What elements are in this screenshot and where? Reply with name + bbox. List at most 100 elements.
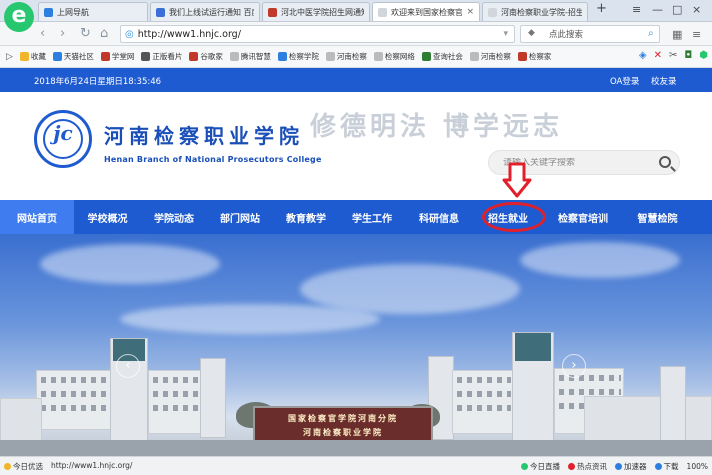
page-icon xyxy=(325,52,335,61)
college-name[interactable]: 河南检察职业学院 xyxy=(104,120,304,149)
nav-student-affairs[interactable]: 学生工作 xyxy=(339,200,405,234)
bookmarks-expand-icon[interactable]: ▷ xyxy=(6,52,13,62)
browser-search-input[interactable]: 点此搜索 xyxy=(520,25,660,43)
bookmark-item[interactable]: 河南检察 xyxy=(325,51,367,62)
bookmark-label: 天猫社区 xyxy=(63,52,94,61)
tab-close-icon[interactable]: × xyxy=(462,7,474,17)
bookmark-label: 查询社会 xyxy=(432,52,463,61)
nav-research[interactable]: 科研信息 xyxy=(405,200,473,234)
bookmark-favicon-icon xyxy=(100,52,110,61)
bookmark-favicon-icon xyxy=(421,52,431,61)
status-item[interactable]: 热点资讯 xyxy=(568,461,607,472)
bookmark-item[interactable]: 学堂网 xyxy=(100,51,134,62)
page-icon xyxy=(373,52,383,61)
status-dot-icon xyxy=(4,463,11,470)
windows xyxy=(153,391,207,397)
annotation-circle xyxy=(482,202,546,232)
bookmark-favicon-icon xyxy=(277,52,287,61)
status-item[interactable]: 今日直播 xyxy=(521,461,560,472)
cloud xyxy=(520,242,680,278)
status-item[interactable]: 今日优选 xyxy=(4,461,43,472)
nav-teaching[interactable]: 教育教学 xyxy=(273,200,339,234)
bookmark-favicon-icon xyxy=(517,52,527,61)
shield-icon[interactable]: ◈ xyxy=(639,50,647,61)
translate-icon[interactable]: ◘ xyxy=(684,50,692,61)
bookmark-item[interactable]: 谷歌家 xyxy=(189,51,223,62)
bookmark-item[interactable]: 检察网络 xyxy=(373,51,415,62)
nav-home[interactable]: 网站首页 xyxy=(0,200,74,234)
bookmark-item[interactable]: 河南检察 xyxy=(469,51,511,62)
nav-news[interactable]: 学院动态 xyxy=(141,200,207,234)
gate-sign: 国家检察官学院河南分院 河南检察职业学院 xyxy=(253,406,433,442)
windows xyxy=(457,377,511,383)
building xyxy=(0,398,42,442)
tab-favicon-icon xyxy=(156,7,165,17)
browser-logo-icon[interactable]: e xyxy=(4,2,34,32)
new-tab-button[interactable]: + xyxy=(596,1,607,16)
status-label: 加速器 xyxy=(624,462,647,471)
fire-icon xyxy=(568,463,576,470)
status-item[interactable]: 下载 xyxy=(654,461,679,472)
bookmark-item[interactable]: 收藏 xyxy=(19,51,46,62)
home-icon[interactable]: ⌂ xyxy=(100,26,108,41)
browser-statusbar: 今日优选 http://www1.hnjc.org/ 今日直播 热点资讯 加速器… xyxy=(0,456,712,475)
bookmarks-bar: ▷ 收藏 天猫社区 学堂网 正版看片 谷歌家 腾讯智慧 检察学院 河南检察 检察… xyxy=(0,46,712,68)
bookmark-item[interactable]: 天猫社区 xyxy=(52,51,94,62)
tab-4[interactable]: 河南检察职业学院-招生就 xyxy=(482,2,588,21)
hero-next-arrow-icon[interactable]: › xyxy=(562,354,586,378)
tab-label: 欢迎来到国家检察官学院 xyxy=(391,7,463,17)
nav-departments[interactable]: 部门网站 xyxy=(207,200,273,234)
security-icon[interactable]: ⬢ xyxy=(699,50,708,61)
tab-2[interactable]: 河北中医学院招生网通知 xyxy=(262,2,370,21)
tab-0[interactable]: 上网导航 xyxy=(38,2,148,21)
search-engine-icon[interactable]: ◆ xyxy=(528,28,535,38)
status-item[interactable]: 加速器 xyxy=(615,461,647,472)
college-emblem-icon[interactable]: jc xyxy=(34,110,92,168)
refresh-icon[interactable]: ↻ xyxy=(80,26,91,41)
maximize-icon[interactable]: □ xyxy=(672,3,682,16)
bookmark-item[interactable]: 检察学院 xyxy=(277,51,319,62)
apps-icon[interactable]: ▦ xyxy=(672,28,682,41)
nav-about[interactable]: 学校概况 xyxy=(74,200,141,234)
hero-banner[interactable]: 国家检察官学院河南分院 河南检察职业学院 ‹ › xyxy=(0,234,712,456)
bookmark-label: 正版看片 xyxy=(152,52,183,61)
search-icon[interactable] xyxy=(659,156,671,168)
forward-icon[interactable]: › xyxy=(60,26,65,41)
alumni-link[interactable]: 校友录 xyxy=(651,75,677,87)
menu-icon[interactable]: ≡ xyxy=(632,3,641,16)
tab-3-active[interactable]: 欢迎来到国家检察官学院 × xyxy=(372,2,480,21)
windows xyxy=(559,389,621,395)
tower xyxy=(200,358,226,438)
star-icon xyxy=(19,52,29,61)
url-text[interactable]: http://www1.hnjc.org/ xyxy=(138,29,241,40)
address-bar[interactable]: ◎ http://www1.hnjc.org/ ▾ xyxy=(120,25,515,43)
nav-smart-campus[interactable]: 智慧检院 xyxy=(623,200,692,234)
nav-prosecutor-training[interactable]: 检察官培训 xyxy=(543,200,623,234)
status-url: http://www1.hnjc.org/ xyxy=(51,461,133,470)
close-ad-icon[interactable]: ✕ xyxy=(654,50,662,61)
url-dropdown-icon[interactable]: ▾ xyxy=(503,29,508,39)
status-label: 今日直播 xyxy=(530,462,561,471)
cloud xyxy=(40,244,220,284)
close-window-icon[interactable]: × xyxy=(692,3,701,16)
page-info-icon[interactable]: ◎ xyxy=(125,29,134,40)
current-date: 2018年6月24日星期日18:35:46 xyxy=(34,77,162,87)
scissors-icon[interactable]: ✂ xyxy=(669,50,677,61)
tab-1[interactable]: 我们上线试运行通知 百度 xyxy=(150,2,260,21)
oa-login-link[interactable]: OA登录 xyxy=(610,75,639,87)
search-icon[interactable]: ⌕ xyxy=(648,28,654,39)
windows xyxy=(153,377,207,383)
minimize-icon[interactable]: — xyxy=(652,3,663,16)
bookmark-item[interactable]: 腾讯智慧 xyxy=(229,51,271,62)
tab-label: 河北中医学院招生网通知 xyxy=(281,7,364,17)
page-icon xyxy=(469,52,479,61)
status-label: 今日优选 xyxy=(13,462,43,471)
hero-prev-arrow-icon[interactable]: ‹ xyxy=(116,354,140,378)
bookmark-item[interactable]: 检察家 xyxy=(517,51,551,62)
site-topbar: 2018年6月24日星期日18:35:46 OA登录 校友录 xyxy=(0,68,712,92)
more-icon[interactable]: ≡ xyxy=(692,28,701,41)
bookmark-item[interactable]: 查询社会 xyxy=(421,51,463,62)
zoom-level[interactable]: 100% xyxy=(687,462,708,471)
bookmark-item[interactable]: 正版看片 xyxy=(141,51,182,62)
back-icon[interactable]: ‹ xyxy=(40,26,45,41)
